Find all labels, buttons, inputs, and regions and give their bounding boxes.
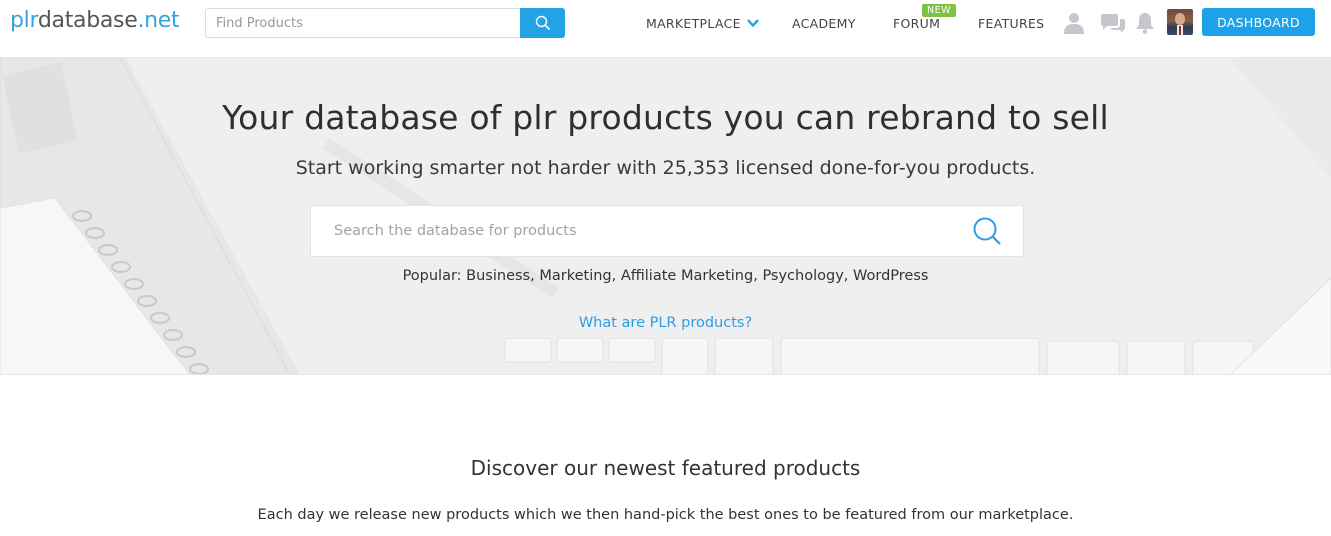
avatar-face: [1175, 13, 1185, 25]
nav-academy[interactable]: ACADEMY: [792, 0, 856, 46]
hero-search: [310, 205, 1024, 257]
search-icon[interactable]: [971, 216, 1003, 248]
hero-title: Your database of plr products you can re…: [222, 98, 1109, 137]
hero-search-input[interactable]: [311, 206, 951, 256]
popular-tag-affiliate-marketing[interactable]: Affiliate Marketing: [621, 268, 753, 284]
dashboard-button-label: DASHBOARD: [1217, 14, 1300, 30]
avatar-tie: [1179, 26, 1181, 35]
nav-marketplace-label: MARKETPLACE: [646, 15, 741, 31]
nav-features[interactable]: FEATURES: [978, 0, 1044, 46]
featured-description: Each day we release new products which w…: [257, 507, 1074, 523]
logo-middle: database: [37, 8, 138, 33]
search-icon: [535, 15, 550, 31]
bell-icon[interactable]: [1135, 12, 1155, 34]
header-search-button[interactable]: [520, 8, 565, 38]
header-search: [205, 8, 565, 38]
popular-tag-psychology[interactable]: Psychology: [762, 268, 843, 284]
chevron-down-icon: [746, 19, 759, 27]
top-navbar: plrdatabase.net MARKETPLACE ACADEMY FORU…: [0, 0, 1331, 58]
popular-label: Popular:: [402, 268, 462, 284]
site-logo[interactable]: plrdatabase.net: [10, 8, 180, 33]
nav-marketplace[interactable]: MARKETPLACE: [646, 0, 759, 46]
header-search-input[interactable]: [206, 9, 520, 37]
popular-tag-business[interactable]: Business: [466, 268, 530, 284]
what-are-plr-link-label: What are PLR products?: [578, 315, 753, 331]
logo-tld: .net: [137, 8, 180, 33]
user-icon[interactable]: [1063, 12, 1085, 34]
popular-tags: Popular: Business, Marketing, Affiliate …: [402, 268, 929, 284]
popular-tag-marketing[interactable]: Marketing: [539, 268, 611, 284]
dashboard-button[interactable]: DASHBOARD: [1202, 8, 1315, 36]
popular-tag-wordpress[interactable]: WordPress: [853, 268, 928, 284]
logo-prefix: plr: [10, 8, 38, 33]
avatar[interactable]: [1167, 9, 1193, 35]
new-badge: NEW: [922, 4, 957, 17]
featured-title: Discover our newest featured products: [470, 456, 861, 480]
nav-academy-label: ACADEMY: [792, 15, 856, 31]
what-are-plr-link[interactable]: What are PLR products?: [0, 315, 1331, 331]
hero-section: Your database of plr products you can re…: [0, 58, 1331, 375]
nav-forum-label: FORUM: [893, 15, 941, 31]
chat-icon[interactable]: [1100, 12, 1126, 34]
nav-features-label: FEATURES: [978, 15, 1045, 31]
hero-subtitle: Start working smarter not harder with 25…: [295, 157, 1036, 179]
